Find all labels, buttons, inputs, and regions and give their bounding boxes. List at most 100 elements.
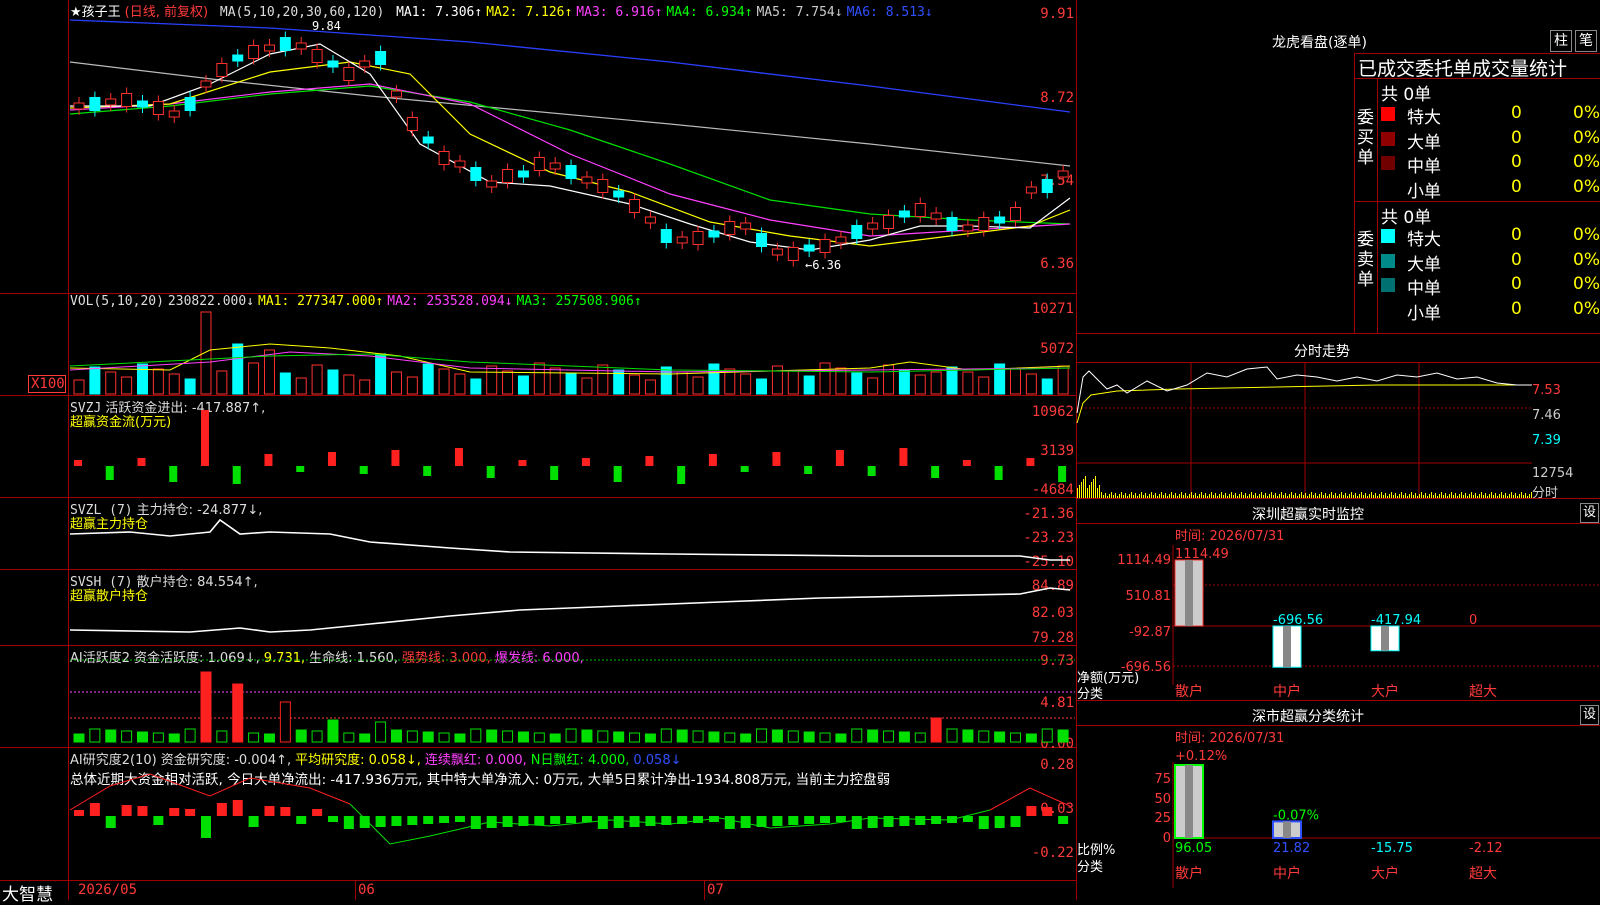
svzj-bar bbox=[740, 466, 749, 472]
ai3-bar bbox=[708, 816, 719, 822]
monitor-settings-button[interactable]: 设 bbox=[1580, 503, 1599, 523]
vol-bar bbox=[343, 374, 355, 395]
ai2-bar bbox=[390, 729, 402, 743]
ai2-bar bbox=[121, 730, 133, 743]
ai2-bar bbox=[438, 732, 450, 743]
color-swatch bbox=[1381, 253, 1395, 268]
ai3-bar bbox=[629, 816, 640, 827]
bi-button[interactable]: 笔 bbox=[1575, 30, 1597, 52]
ai3-bar bbox=[1058, 816, 1069, 824]
vol-bar bbox=[454, 373, 466, 395]
candle bbox=[740, 222, 752, 230]
zhu-button[interactable]: 柱 bbox=[1550, 30, 1572, 52]
ai2-bar bbox=[1041, 728, 1053, 743]
ai3-bar bbox=[248, 816, 259, 827]
candle bbox=[930, 212, 942, 220]
candle bbox=[311, 49, 323, 63]
svzj-bar bbox=[867, 466, 876, 476]
svzj-bar bbox=[1058, 466, 1067, 482]
ai3-bar bbox=[280, 807, 291, 816]
order-percent: 0% bbox=[1573, 298, 1600, 319]
fenshi-chart[interactable] bbox=[1076, 363, 1532, 498]
classify-chart[interactable]: +0.12% 96.05 散户 -0.07% 21.82 中户 -15.75 大户 -2.12 超… bbox=[1172, 749, 1600, 888]
kline-chart[interactable] bbox=[69, 14, 1075, 292]
ai3-bar bbox=[645, 816, 656, 826]
vol-bar bbox=[438, 368, 450, 395]
fenshi-ytick: 7.53 bbox=[1532, 383, 1561, 398]
ai3-bar bbox=[502, 816, 513, 827]
right-panel: 龙虎看盘(逐单) 柱 笔 已成交委托单成交量统计 委买单 共 0单 特大 0 0% 大… bbox=[1076, 0, 1600, 900]
ai2-bar bbox=[930, 717, 942, 743]
vol-bar bbox=[978, 376, 990, 395]
svzj-bar bbox=[391, 450, 400, 466]
vol-bar bbox=[962, 371, 974, 395]
candle bbox=[851, 225, 863, 239]
vol-chart[interactable] bbox=[69, 306, 1075, 395]
svzj-bar bbox=[962, 460, 971, 466]
classify-bar-shade bbox=[1283, 821, 1291, 838]
candle bbox=[121, 93, 133, 107]
ai3-bar bbox=[359, 816, 370, 828]
ai3-bar bbox=[899, 816, 910, 826]
candle bbox=[517, 170, 529, 178]
order-count: 0 bbox=[1511, 152, 1522, 172]
ai2-bar bbox=[898, 731, 910, 743]
candle bbox=[327, 60, 339, 68]
candle bbox=[914, 203, 926, 217]
ai3-bar bbox=[423, 816, 434, 824]
svzj-bar bbox=[486, 466, 495, 478]
vol-bar bbox=[375, 353, 387, 395]
classify-xlabel: 分类 bbox=[1077, 860, 1104, 875]
vol-bar bbox=[89, 366, 101, 395]
ai3-bar bbox=[661, 816, 672, 825]
lhkp-tabs[interactable]: 已成交委托单成交量统计 bbox=[1358, 54, 1567, 81]
candle bbox=[105, 98, 117, 106]
ai3-bar bbox=[931, 816, 942, 824]
candle bbox=[898, 210, 910, 218]
fenshi-vol-bar bbox=[1079, 485, 1080, 498]
svsh-chart[interactable] bbox=[69, 570, 1075, 645]
candle bbox=[200, 80, 212, 88]
classify-bar-shade bbox=[1185, 765, 1193, 838]
monitor-bar-shade bbox=[1185, 560, 1193, 626]
monitor-bar-value: -417.94 bbox=[1371, 613, 1421, 628]
classify-value: -15.75 bbox=[1371, 841, 1413, 856]
classify-change: -0.07% bbox=[1273, 808, 1319, 823]
monitor-chart[interactable]: 1114.49 散户 -696.56 中户 -417.94 大户 0 超大 bbox=[1172, 545, 1600, 700]
ai3-bar bbox=[851, 816, 862, 829]
ai2-bar bbox=[597, 730, 609, 743]
ai2-chart[interactable] bbox=[70, 646, 1075, 747]
ai2-bar bbox=[470, 728, 482, 743]
left-chart-area[interactable]: ★孩子王 (日线, 前复权) MA(5,10,20,30,60,120) MA1:… bbox=[0, 0, 1077, 905]
ai3-bar bbox=[470, 816, 481, 829]
candle bbox=[89, 97, 101, 111]
fenshi-vol-bar bbox=[1097, 488, 1098, 498]
ai2-bar bbox=[946, 728, 958, 743]
classify-ytick: 25 bbox=[1154, 811, 1171, 826]
monitor-title: 深圳超赢实时监控 bbox=[1252, 507, 1364, 523]
candle bbox=[597, 179, 609, 193]
svzj-bar bbox=[677, 466, 686, 484]
app-logo: 大智慧 bbox=[2, 885, 53, 905]
ai3-bar bbox=[391, 816, 402, 826]
ai3-bar bbox=[74, 810, 84, 816]
order-type: 特大 bbox=[1407, 230, 1441, 250]
ai2-bar bbox=[819, 732, 831, 743]
classify-change: +0.12% bbox=[1175, 749, 1227, 764]
classify-settings-button[interactable]: 设 bbox=[1580, 705, 1599, 725]
candle bbox=[676, 236, 688, 244]
order-type: 大单 bbox=[1407, 254, 1441, 275]
ai2-bar bbox=[613, 731, 625, 743]
svzj-bar bbox=[169, 466, 178, 482]
vol-bar bbox=[660, 366, 672, 395]
ai3-chart[interactable] bbox=[69, 748, 1075, 879]
candle bbox=[803, 244, 815, 252]
vol-bar bbox=[946, 366, 958, 395]
ai2-bar bbox=[105, 729, 117, 743]
svzj-chart[interactable] bbox=[70, 396, 1075, 496]
candle bbox=[375, 51, 387, 65]
ai2-bar bbox=[724, 732, 736, 743]
svzl-chart[interactable] bbox=[69, 498, 1075, 568]
ai3-bar bbox=[375, 816, 386, 827]
fenshi-vol-bar bbox=[1087, 488, 1088, 498]
